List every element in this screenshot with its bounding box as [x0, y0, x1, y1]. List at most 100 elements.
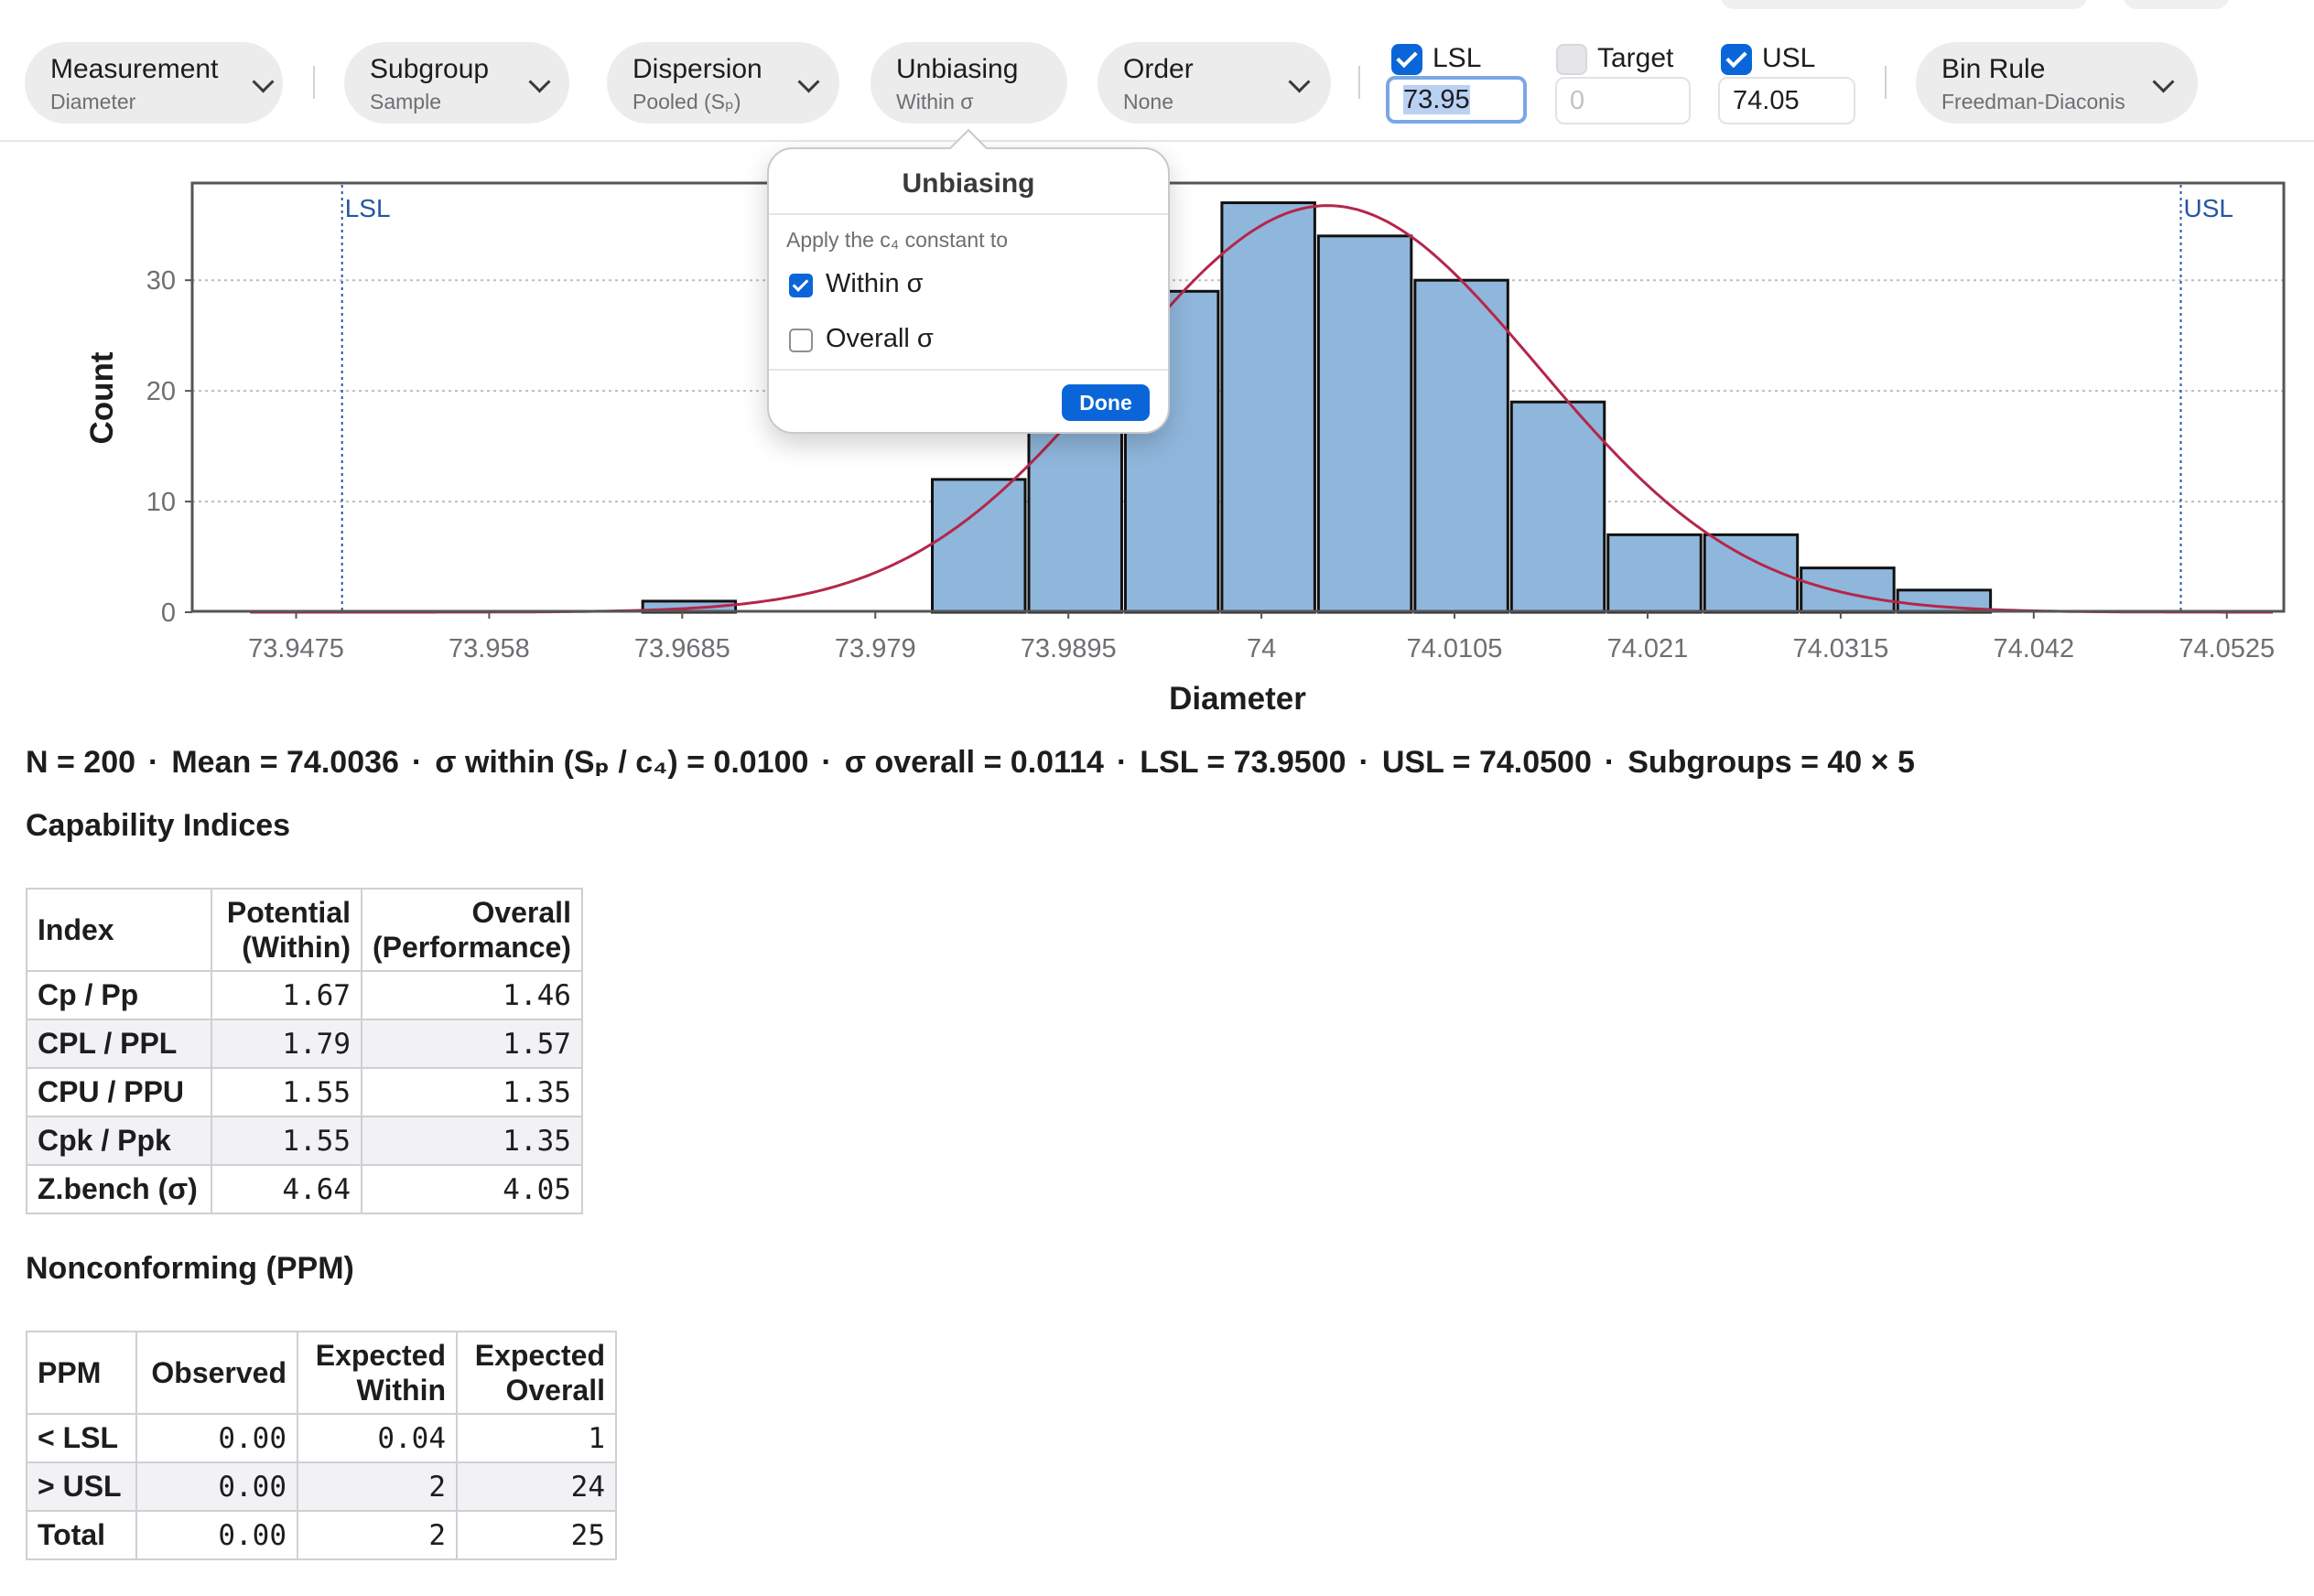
cell-value: 1.57 [361, 1019, 583, 1069]
subgroup-label: Subgroup [370, 54, 490, 84]
cell-value: 0.00 [135, 1413, 298, 1463]
cell-value: 25 [456, 1510, 617, 1560]
capability-title: Capability Indices [26, 808, 291, 843]
row-label: Total [26, 1510, 137, 1560]
lsl-value: 73.95 [1403, 85, 1470, 114]
spec-line-label: USL [2184, 194, 2233, 222]
summary-lsl: LSL = 73.9500 [1140, 745, 1346, 780]
summary-sigma-within: σ within (Sₚ / c₄) = 0.0100 [435, 745, 809, 780]
row-label: CPU / PPU [26, 1067, 212, 1117]
target-checkbox[interactable] [1556, 44, 1587, 75]
histogram-bars [233, 201, 2238, 614]
ghost-control [1721, 0, 2087, 9]
histogram-bar [1220, 201, 1316, 614]
overall-sigma-option[interactable]: Overall σ [826, 324, 934, 354]
cell-value: 2 [297, 1461, 458, 1512]
x-tick-label: 74.0105 [1407, 634, 1503, 663]
usl-value: 74.05 [1733, 86, 1800, 115]
table-row: Z.bench (σ) 4.64 4.05 [26, 1164, 583, 1214]
summary-separator: · [411, 745, 423, 780]
row-label: Cp / Pp [26, 970, 212, 1020]
target-label: Target [1597, 43, 1674, 73]
histogram-bar [1800, 566, 1896, 614]
lsl-checkbox[interactable] [1391, 44, 1422, 75]
bin-rule-label: Bin Rule [1941, 54, 2046, 84]
y-axis-label: Count [84, 351, 120, 444]
y-tick-label: 0 [161, 598, 176, 628]
x-tick-label: 73.9895 [1021, 634, 1117, 663]
cell-value: 1.79 [211, 1019, 362, 1069]
x-tick-label: 73.9685 [634, 634, 730, 663]
table-row: Total 0.00 2 25 [26, 1510, 617, 1560]
table-row: Cpk / Ppk 1.55 1.35 [26, 1116, 583, 1166]
summary-usl: USL = 74.0500 [1381, 745, 1592, 780]
cell-value: 4.64 [211, 1164, 362, 1214]
cell-value: 1.46 [361, 970, 583, 1020]
toolbar: Measurement Diameter Subgroup Sample Dis… [0, 0, 2314, 142]
ghost-control [2124, 0, 2229, 9]
spec-line-label: LSL [345, 194, 391, 222]
summary-separator: · [1116, 745, 1128, 780]
unbiasing-dropdown[interactable]: Unbiasing Within σ [870, 42, 1067, 124]
table-row: < LSL 0.00 0.04 1 [26, 1413, 617, 1463]
column-header: Potential (Within) [211, 888, 362, 972]
cell-value: 24 [456, 1461, 617, 1512]
within-sigma-option[interactable]: Within σ [826, 269, 924, 299]
usl-label: USL [1762, 43, 1816, 73]
cell-value: 1.35 [361, 1067, 583, 1117]
within-sigma-checkbox[interactable] [789, 274, 813, 297]
x-tick-label: 74 [1247, 634, 1276, 663]
toolbar-divider [313, 66, 315, 99]
y-tick-label: 20 [146, 377, 176, 406]
column-header: PPM [26, 1331, 137, 1415]
summary-separator: · [148, 745, 159, 780]
chevron-down-icon [528, 70, 551, 93]
cell-value: 1.35 [361, 1116, 583, 1166]
dispersion-label: Dispersion [633, 54, 762, 84]
bin-rule-value: Freedman-Diaconis [1941, 90, 2125, 113]
histogram-bar [1606, 533, 1703, 614]
row-label: CPL / PPL [26, 1019, 212, 1069]
cell-value: 4.05 [361, 1164, 583, 1214]
row-label: Z.bench (σ) [26, 1164, 212, 1214]
histogram-bar [1316, 234, 1413, 614]
toolbar-divider [1358, 66, 1360, 99]
summary-n: N = 200 [26, 745, 136, 780]
lsl-input[interactable]: 73.95 [1386, 76, 1527, 124]
bin-rule-dropdown[interactable]: Bin Rule Freedman-Diaconis [1916, 42, 2198, 124]
overall-sigma-checkbox[interactable] [789, 329, 813, 352]
target-input[interactable]: 0 [1555, 77, 1691, 124]
subgroup-value: Sample [370, 90, 441, 113]
dispersion-value: Pooled (Sₚ) [633, 90, 741, 113]
order-label: Order [1123, 54, 1194, 84]
histogram-bar [1509, 400, 1606, 614]
table-row: CPU / PPU 1.55 1.35 [26, 1067, 583, 1117]
summary-separator: · [1358, 745, 1369, 780]
capability-table: Index Potential (Within) Overall (Perfor… [26, 888, 583, 1214]
column-header: Observed [135, 1331, 298, 1415]
x-axis-label: Diameter [1169, 681, 1306, 717]
dispersion-dropdown[interactable]: Dispersion Pooled (Sₚ) [607, 42, 839, 124]
ppm-table: PPM Observed Expected Within Expected Ov… [26, 1331, 617, 1560]
row-label: Cpk / Ppk [26, 1116, 212, 1166]
chevron-down-icon [797, 70, 820, 93]
summary-line: N = 200 · Mean = 74.0036 · σ within (Sₚ / c₄… [26, 744, 1915, 781]
usl-checkbox[interactable] [1721, 44, 1752, 75]
done-button[interactable]: Done [1062, 384, 1150, 421]
table-row: CPL / PPL 1.79 1.57 [26, 1019, 583, 1069]
cell-value: 0.00 [135, 1461, 298, 1512]
histogram-bar [1413, 278, 1509, 614]
x-tick-label: 73.958 [449, 634, 530, 663]
summary-subgroups: Subgroups = 40 × 5 [1627, 745, 1915, 780]
order-dropdown[interactable]: Order None [1098, 42, 1331, 124]
cell-value: 2 [297, 1510, 458, 1560]
subgroup-dropdown[interactable]: Subgroup Sample [344, 42, 569, 124]
measurement-value: Diameter [50, 90, 136, 113]
column-header: Expected Overall [456, 1331, 617, 1415]
chevron-down-icon [2152, 70, 2175, 93]
usl-input[interactable]: 74.05 [1718, 77, 1855, 124]
row-label: > USL [26, 1461, 137, 1512]
measurement-dropdown[interactable]: Measurement Diameter [25, 42, 283, 124]
order-value: None [1123, 90, 1173, 113]
summary-separator: · [821, 745, 832, 780]
